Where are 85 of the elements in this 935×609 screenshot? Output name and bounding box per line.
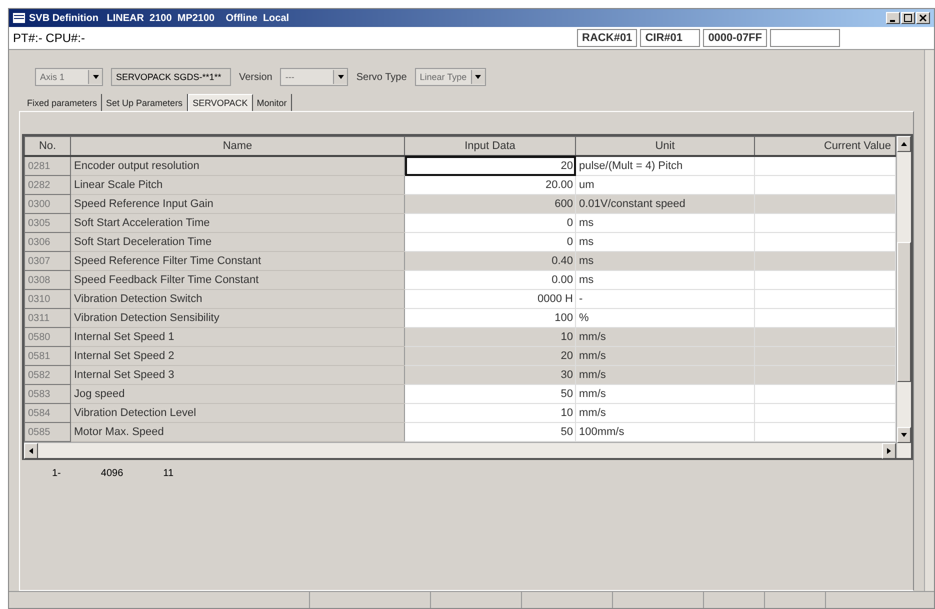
dropdown-arrow-icon [336,73,345,81]
column-header[interactable]: Input Data [404,136,576,156]
row-number: 0584 [24,404,70,422]
row-number: 0308 [24,270,70,290]
row-number: 0307 [24,252,70,270]
dropdown-arrow-icon [474,73,482,81]
scroll-right-icon [885,447,893,455]
window-icon [13,13,25,23]
table-cell[interactable]: 0 [404,214,576,232]
vertical-scrollbar[interactable] [896,136,911,458]
info-field: RACK#01 [577,29,638,47]
vertical-scrollbar[interactable] [924,50,934,591]
row-number: 0585 [24,422,70,442]
table-cell: ms [576,214,754,232]
maximize-button[interactable] [901,12,915,24]
close-button[interactable] [916,12,930,24]
table-cell: Jog speed [70,384,404,404]
column-header[interactable]: Unit [576,136,754,156]
table-cell: mm/s [576,328,754,346]
table-cell: Vibration Detection Level [70,404,404,422]
table-cell[interactable]: 20 [404,346,576,366]
table-cell: Speed Reference Filter Time Constant [70,252,404,270]
row-number: 0310 [24,290,70,308]
field-label: Servo Type [356,72,407,82]
table-cell: mm/s [576,384,754,404]
table-cell: Linear Scale Pitch [70,176,404,194]
table-cell: Internal Set Speed 2 [70,346,404,366]
row-number: 0282 [24,176,70,194]
cpu-label: PT#:- CPU#:- [13,31,86,45]
table-cell[interactable]: 10 [404,328,576,346]
table-cell[interactable]: 10 [404,404,576,422]
row-number: 0305 [24,214,70,232]
table-cell: Encoder output resolution [70,156,404,176]
table-cell[interactable]: 30 [404,366,576,384]
horizontal-scrollbar[interactable] [24,442,896,458]
dropdown-arrow-icon [92,73,100,81]
table-cell: mm/s [576,346,754,366]
table-cell: Speed Reference Input Gain [70,194,404,214]
table-cell: 0.01V/constant speed [576,194,754,214]
minimize-button[interactable] [886,12,900,24]
table-cell[interactable]: 50 [404,384,576,404]
scroll-up-icon [900,140,908,148]
field-label: Version [239,72,272,82]
maximize-icon [904,14,912,22]
table-cell[interactable]: 20 [404,156,576,176]
table-cell: Soft Start Deceleration Time [70,232,404,252]
range-start: 1- [52,468,61,479]
table-cell[interactable]: 0.00 [404,270,576,290]
row-number: 0580 [24,328,70,346]
row-number: 0300 [24,194,70,214]
table-cell: ms [576,270,754,290]
table-cell: ms [576,252,754,270]
row-number: 0311 [24,308,70,328]
row-number: 0306 [24,232,70,252]
table-cell: Internal Set Speed 3 [70,366,404,384]
info-field: CIR#01 [640,29,700,47]
row-number: 0581 [24,346,70,366]
table-cell[interactable]: 0000 H [404,290,576,308]
range-count: 11 [163,468,174,479]
text-field[interactable]: SERVOPACK SGDS-**1** [111,68,231,86]
table-cell[interactable]: 600 [404,194,576,214]
row-number: 0281 [24,156,70,176]
info-field: 0000-07FF [703,29,767,47]
scroll-left-icon [27,447,35,455]
table-cell: pulse/(Mult = 4) Pitch [576,156,754,176]
table-cell[interactable]: 0.40 [404,252,576,270]
window-title: SVB Definition LINEAR 2100 MP2100 Offline Local [29,12,290,24]
table-cell: - [576,290,754,308]
column-header[interactable]: Current Value [754,136,896,156]
tab[interactable]: SERVOPACK [188,94,253,111]
row-number: 0582 [24,366,70,384]
column-header[interactable]: Name [70,136,404,156]
table-cell: Soft Start Acceleration Time [70,214,404,232]
scroll-down-icon [900,431,908,439]
table-cell: mm/s [576,366,754,384]
range-end: 4096 [100,468,124,479]
table-cell: Vibration Detection Sensibility [70,308,404,328]
row-number: 0583 [24,384,70,404]
close-icon [919,14,927,22]
column-header[interactable]: No. [24,136,70,156]
table-cell: Internal Set Speed 1 [70,328,404,346]
table-cell: mm/s [576,404,754,422]
table-cell: Vibration Detection Switch [70,290,404,308]
table-cell: Speed Feedback Filter Time Constant [70,270,404,290]
table-cell: Motor Max. Speed [70,422,404,442]
